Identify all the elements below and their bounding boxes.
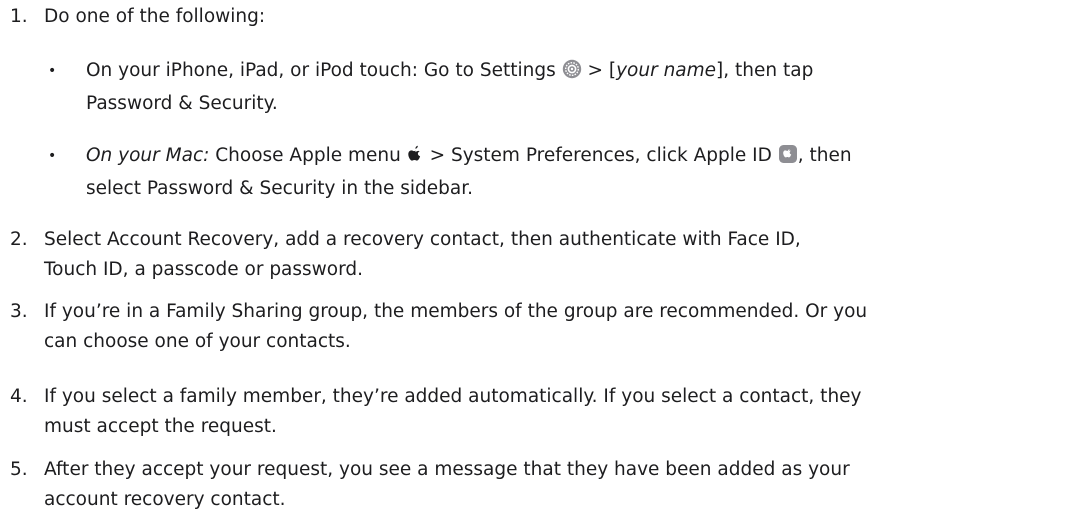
bullet-ios-line-2: Password & Security.	[86, 93, 278, 114]
step-text: Do one of the following:	[44, 6, 266, 27]
step-3-line-2: can choose one of your contacts.	[44, 331, 351, 352]
step-3-line-1: If you’re in a Family Sharing group, the…	[44, 301, 868, 322]
step-1: 1. Do one of the following:	[10, 2, 1080, 32]
step-2-line-1: Select Account Recovery, add a recovery …	[44, 229, 801, 250]
mac-label: On your Mac:	[86, 145, 210, 166]
step-number: 1.	[10, 6, 28, 27]
your-name-placeholder: your name	[616, 60, 717, 81]
bullet-marker: •	[48, 63, 57, 79]
ios-instruction-prefix: On your iPhone, iPad, or iPod touch: Go …	[86, 60, 556, 81]
step-2: 2. Select Account Recovery, add a recove…	[10, 225, 1080, 285]
step-2-line-2: Touch ID, a passcode or password.	[44, 259, 364, 280]
step-number: 3.	[10, 301, 28, 322]
mac-then-text: , then	[797, 145, 852, 166]
step-4: 4. If you select a family member, they’r…	[10, 382, 1080, 442]
ios-then-tap: ], then tap	[716, 60, 814, 81]
step-number: 4.	[10, 386, 28, 407]
mac-system-preferences-text: > System Preferences, click Apple ID	[423, 145, 778, 166]
bullet-mac-line-2: select Password & Security in the sideba…	[86, 178, 474, 199]
step-4-line-2: must accept the request.	[44, 416, 277, 437]
bullet-ios: • On your iPhone, iPad, or iPod touch: G…	[48, 56, 1078, 119]
bullet-ios-line-1: On your iPhone, iPad, or iPod touch: Go …	[86, 56, 1078, 89]
step-5-line-2: account recovery contact.	[44, 489, 286, 510]
ios-path-separator: > [	[581, 60, 617, 81]
apple-id-icon	[778, 144, 798, 174]
bullet-marker: •	[48, 148, 57, 164]
instructions-document: 1. Do one of the following: • On your iP…	[0, 0, 1089, 529]
bullet-mac: • On your Mac: Choose Apple menu > Syste…	[48, 141, 1078, 204]
step-number: 5.	[10, 459, 28, 480]
step-5: 5. After they accept your request, you s…	[10, 455, 1080, 515]
settings-gear-icon	[562, 59, 582, 89]
bullet-mac-line-1: On your Mac: Choose Apple menu > System …	[86, 141, 1078, 174]
step-4-line-1: If you select a family member, they’re a…	[44, 386, 862, 407]
mac-choose-text: Choose Apple menu	[209, 145, 407, 166]
apple-logo-icon	[407, 144, 424, 174]
step-number: 2.	[10, 229, 28, 250]
step-3: 3. If you’re in a Family Sharing group, …	[10, 297, 1080, 357]
step-5-line-1: After they accept your request, you see …	[44, 459, 850, 480]
